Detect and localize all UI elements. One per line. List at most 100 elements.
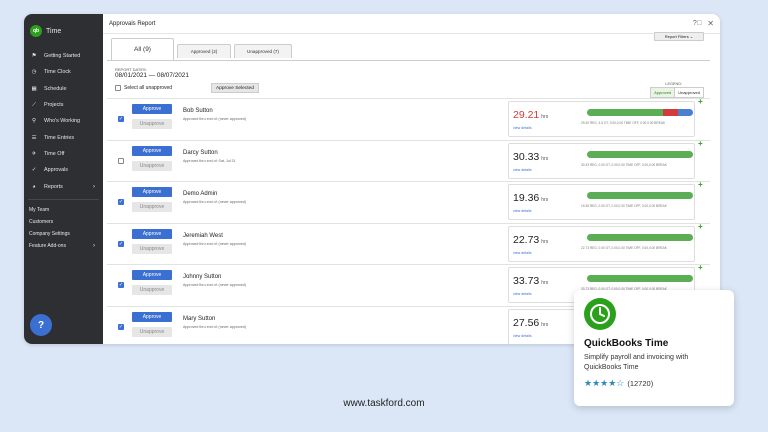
sidebar-item-reports[interactable]: ◕ Reports ›	[24, 178, 103, 194]
hours-summary: 29.21 hrs view details 29.30 REG, 4.5 OT, 0…	[508, 101, 695, 137]
hours-value-wrap: 19.36 hrs	[513, 192, 548, 204]
tab-approved[interactable]: Approved (2)	[177, 44, 231, 58]
hours-bar-segment	[587, 275, 693, 282]
sidebar-item-getting-started[interactable]: ⚑ Getting Started	[24, 48, 103, 64]
sidebar-item-label: Time Off	[44, 150, 65, 157]
view-details-link[interactable]: view details	[513, 251, 532, 255]
check-icon: ✓	[31, 167, 37, 174]
sidebar-item-schedule[interactable]: ▦ Schedule	[24, 81, 103, 97]
approve-button[interactable]: Approve	[132, 104, 172, 114]
unapprove-button[interactable]: Unapprove	[132, 119, 172, 129]
help-button[interactable]: ?	[30, 314, 52, 336]
clock-icon: ◷	[31, 69, 37, 76]
approve-button[interactable]: Approve	[132, 311, 172, 322]
sidebar-item-projects[interactable]: ⟋ Projects	[24, 97, 103, 113]
sidebar-item-time-clock[interactable]: ◷ Time Clock	[24, 64, 103, 80]
approval-status: Approved thru end of: (never approved)	[183, 117, 246, 121]
hours-summary: 30.33 hrs view details 30.33 REG, 0.00 OT, …	[508, 142, 695, 179]
hours-bar-segment	[678, 109, 693, 116]
sidebar-item-time-entries[interactable]: ☰ Time Entries	[24, 129, 103, 145]
help-circle-icon[interactable]: ?⃝	[693, 20, 702, 27]
hours-bar-segment	[663, 109, 679, 116]
sidebar-item-who-s-working[interactable]: ⚲ Who's Working	[24, 113, 103, 129]
hours-bar	[587, 150, 693, 158]
sidebar-item-label: Time Entries	[44, 134, 75, 141]
row-checkbox[interactable]: ✓	[118, 116, 124, 122]
view-details-link[interactable]: view details	[513, 126, 532, 130]
window-titlebar: Approvals Report ?⃝ ✕	[103, 14, 720, 34]
hours-value: 27.56	[513, 316, 540, 329]
unapprove-button[interactable]: Unapprove	[132, 202, 172, 212]
sidebar-subitem-customers[interactable]: Customers	[24, 216, 103, 228]
legend: Approved Unapproved	[650, 87, 704, 98]
sidebar-subitem-my-team[interactable]: My Team	[24, 204, 103, 216]
plus-icon[interactable]: +	[698, 139, 703, 148]
plus-icon[interactable]: +	[698, 97, 703, 106]
select-all-unapproved[interactable]: Select all unapproved	[115, 85, 172, 91]
hours-bar-segment	[587, 233, 693, 241]
table-row: ✓ Approve Unapprove Jeremiah West Approved t…	[107, 222, 710, 265]
approve-button[interactable]: Approve	[132, 187, 172, 197]
view-details-link[interactable]: view details	[513, 292, 532, 296]
employee-name: Mary Sutton	[183, 315, 216, 322]
plus-icon[interactable]: +	[698, 222, 703, 231]
view-details-link[interactable]: view details	[513, 168, 532, 172]
hours-bar-segment	[587, 109, 664, 116]
hours-value: 19.36	[513, 192, 540, 204]
plus-icon[interactable]: +	[698, 263, 703, 272]
star-rating-icon: ★★★★☆	[584, 378, 625, 388]
hours-unit: hrs	[541, 280, 549, 286]
select-all-checkbox[interactable]	[115, 85, 121, 91]
airplane-icon: ✈	[31, 150, 37, 157]
employee-name: Jeremiah West	[183, 232, 223, 239]
view-details-link[interactable]: view details	[513, 334, 532, 338]
sidebar-item-label: Projects	[44, 102, 64, 109]
unapprove-button[interactable]: Unapprove	[132, 160, 172, 171]
hours-bar-segment	[587, 192, 693, 199]
tab-unapproved[interactable]: Unapproved (7)	[234, 44, 292, 58]
flag-icon: ⚑	[31, 53, 37, 60]
unapprove-button[interactable]: Unapprove	[132, 243, 172, 254]
legend-approved: Approved	[651, 88, 676, 97]
hours-unit: hrs	[541, 197, 549, 203]
row-checkbox[interactable]: ✓	[118, 199, 124, 205]
quickbooks-logo-icon: qb	[30, 25, 42, 37]
row-checkbox[interactable]: ✓	[118, 240, 124, 247]
hours-bar	[587, 275, 693, 282]
approve-selected-button[interactable]: Approve Selected	[211, 83, 259, 93]
approve-button[interactable]: Approve	[132, 270, 172, 280]
footer-link[interactable]: www.taskford.com	[0, 398, 768, 409]
chevron-right-icon: ›	[93, 242, 95, 249]
close-icon[interactable]: ✕	[707, 19, 714, 28]
hours-value-wrap: 30.33 hrs	[513, 151, 548, 163]
tab-all[interactable]: All (9)	[111, 38, 174, 60]
approve-button[interactable]: Approve	[132, 145, 172, 156]
hours-value: 30.33	[513, 150, 540, 163]
sidebar-subitem-label: Customers	[29, 218, 54, 225]
sidebar-item-approvals[interactable]: ✓ Approvals	[24, 162, 103, 178]
hours-value-wrap: 27.56 hrs	[513, 317, 548, 329]
chart-line-icon: ⟋	[32, 101, 36, 108]
chevron-down-icon: ⌄	[689, 34, 694, 39]
hours-bar-segment	[587, 150, 693, 158]
table-row: ✓ Approve Unapprove Bob Sutton Approved thru…	[107, 97, 710, 140]
select-all-label: Select all unapproved	[124, 85, 173, 91]
sidebar-subitem-company-settings[interactable]: Company Settings	[24, 228, 103, 240]
plus-icon[interactable]: +	[698, 180, 703, 189]
hours-value-wrap: 22.73 hrs	[513, 234, 548, 246]
approval-status: Approved thru end of: Sat, Jul 31	[183, 158, 236, 163]
sidebar-subitem-feature-add-ons[interactable]: Feature Add-ons ›	[24, 240, 103, 252]
row-checkbox[interactable]: ✓	[118, 323, 124, 330]
report-filters-button[interactable]: Report Filters ⌄	[654, 32, 704, 41]
sidebar-item-label: Time Clock	[44, 69, 71, 76]
unapprove-button[interactable]: Unapprove	[132, 285, 172, 295]
row-checkbox[interactable]	[118, 157, 124, 164]
sidebar-item-time-off[interactable]: ✈ Time Off	[24, 146, 103, 162]
sidebar-item-label: Who's Working	[44, 118, 80, 125]
view-details-link[interactable]: view details	[513, 209, 532, 213]
approve-button[interactable]: Approve	[132, 228, 172, 239]
rating-count: (12720)	[627, 379, 654, 388]
app-name: Time	[46, 27, 62, 35]
row-checkbox[interactable]: ✓	[118, 282, 124, 288]
unapprove-button[interactable]: Unapprove	[132, 326, 172, 337]
